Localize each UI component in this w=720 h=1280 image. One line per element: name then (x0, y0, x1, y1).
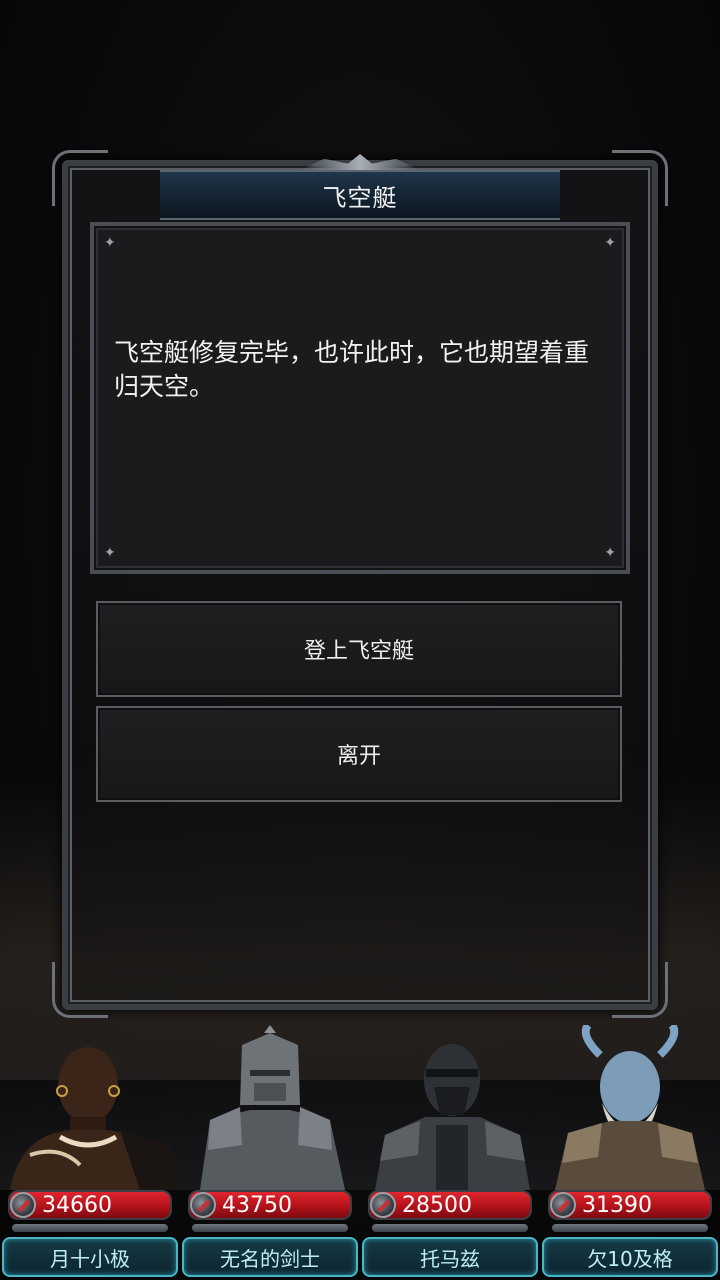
frame-ornament (52, 150, 108, 206)
hp-value: 34660 (42, 1192, 112, 1218)
hp-value: 43750 (222, 1192, 292, 1218)
sword-icon (550, 1192, 576, 1218)
hp-value: 31390 (582, 1192, 652, 1218)
sparkle-icon: ✦ (104, 545, 116, 561)
party-member-4[interactable]: 31390 欠10及格 (540, 1025, 720, 1280)
hero-name: 月十小极 (2, 1237, 178, 1277)
secondary-bar (372, 1224, 528, 1232)
dialog-title-bar: 飞空艇 (160, 170, 560, 220)
hero-name: 欠10及格 (542, 1237, 718, 1277)
board-airship-button[interactable]: 登上飞空艇 (96, 601, 622, 697)
secondary-bar (552, 1224, 708, 1232)
dialog-message: 飞空艇修复完毕，也许此时，它也期望着重归天空。 (114, 338, 590, 401)
sword-icon (190, 1192, 216, 1218)
sparkle-icon: ✦ (104, 235, 116, 251)
title-ornament (300, 154, 420, 170)
dialog-title: 飞空艇 (322, 183, 398, 212)
party-member-1[interactable]: 34660 月十小极 (0, 1025, 180, 1280)
choice-label: 登上飞空艇 (303, 639, 414, 664)
hero-portrait[interactable] (540, 1025, 720, 1190)
message-panel: ✦ ✦ ✦ ✦ 飞空艇修复完毕，也许此时，它也期望着重归天空。 (90, 222, 630, 574)
hero-portrait[interactable] (360, 1025, 540, 1190)
hp-bar: 34660 (8, 1190, 172, 1220)
party-member-2[interactable]: 43750 无名的剑士 (180, 1025, 360, 1280)
hero-portrait[interactable] (0, 1025, 180, 1190)
sword-icon (370, 1192, 396, 1218)
hero-name: 托马兹 (362, 1237, 538, 1277)
frame-ornament (612, 962, 668, 1018)
choice-label: 离开 (336, 744, 381, 769)
hp-bar: 43750 (188, 1190, 352, 1220)
party-bar: 34660 月十小极 43750 无名的剑士 28500 托马兹 31390 欠… (0, 1025, 720, 1280)
frame-ornament (612, 150, 668, 206)
frame-ornament (52, 962, 108, 1018)
sword-icon (10, 1192, 36, 1218)
hero-name: 无名的剑士 (182, 1237, 358, 1277)
secondary-bar (192, 1224, 348, 1232)
sparkle-icon: ✦ (604, 545, 616, 561)
leave-button[interactable]: 离开 (96, 706, 622, 802)
party-member-3[interactable]: 28500 托马兹 (360, 1025, 540, 1280)
hp-bar: 28500 (368, 1190, 532, 1220)
secondary-bar (12, 1224, 168, 1232)
sparkle-icon: ✦ (604, 235, 616, 251)
hp-bar: 31390 (548, 1190, 712, 1220)
hero-portrait[interactable] (180, 1025, 360, 1190)
hp-value: 28500 (402, 1192, 472, 1218)
